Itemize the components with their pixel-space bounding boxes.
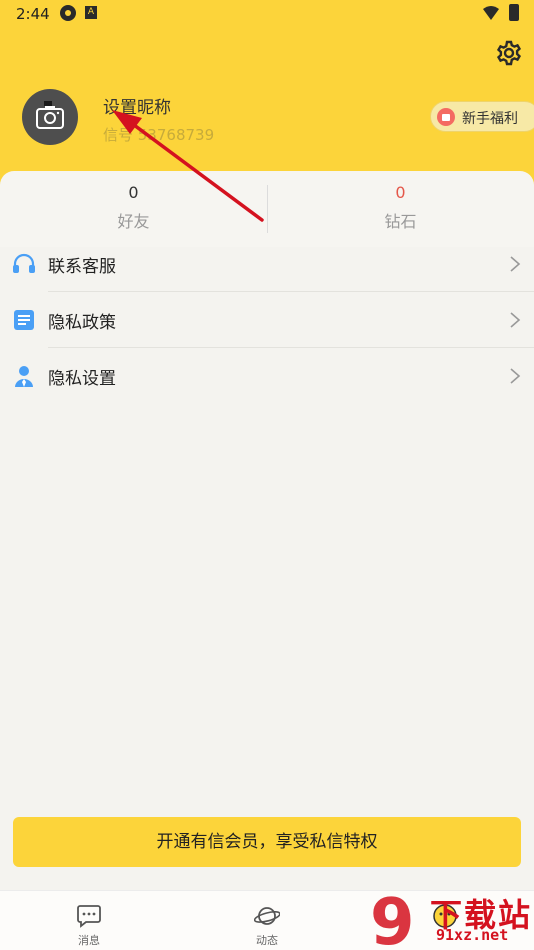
chevron-right-icon [510,312,521,328]
tab-moments[interactable]: 动态 [178,891,356,950]
menu-label: 联系客服 [48,257,116,277]
app-notification-icon: A [85,6,97,19]
friends-count: 0 [128,183,139,202]
wifi-icon [483,6,499,20]
newbie-welfare-button[interactable]: 新手福利 [430,101,534,132]
menu-item-privacy-settings[interactable]: 隐私设置 [0,348,534,404]
chat-icon [77,905,101,928]
headset-icon [13,253,35,273]
status-time: 2:44 [16,5,50,23]
watermark-logo: 9 [370,888,415,950]
nickname-label[interactable]: 设置昵称 [103,93,171,118]
battery-icon [509,4,519,21]
user-id-text: 信号 53768739 [103,126,215,144]
menu-label: 隐私设置 [48,369,116,389]
tab-label: 动态 [256,934,278,947]
user-icon [15,366,33,387]
site-watermark: 9 下载站 91xz.net [366,888,534,950]
menu-label: 隐私政策 [48,313,116,333]
tab-label: 消息 [78,934,100,947]
open-vip-button[interactable]: 开通有信会员，享受私信特权 [13,817,521,867]
document-icon [14,310,34,330]
status-bar: 2:44 A [0,0,534,30]
diamonds-count: 0 [395,183,406,202]
planet-icon [254,907,280,925]
chevron-right-icon [510,368,521,384]
menu-item-contact-support[interactable]: 联系客服 [0,236,534,292]
menu-item-privacy-policy[interactable]: 隐私政策 [0,292,534,348]
camera-icon [36,101,64,129]
chevron-right-icon [510,256,521,272]
notification-icon [60,5,76,21]
avatar-upload[interactable] [22,89,78,145]
gift-icon [437,108,455,126]
settings-gear-icon[interactable] [496,40,522,66]
friends-label: 好友 [117,212,150,231]
diamonds-label: 钻石 [384,212,417,231]
profile-header: 2:44 A 设置昵称 信号 53768739 新手福利 [0,0,534,185]
vip-button-label: 开通有信会员，享受私信特权 [156,832,378,852]
tab-messages[interactable]: 消息 [0,891,178,950]
svg-text:9: 9 [370,888,415,950]
watermark-url: 91xz.net [436,926,509,944]
welfare-label: 新手福利 [462,111,518,127]
